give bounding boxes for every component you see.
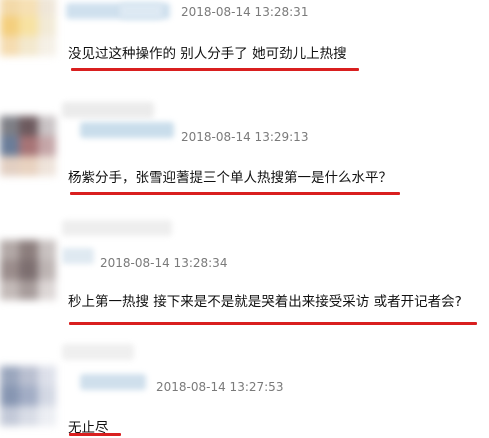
username[interactable] [80,122,174,138]
comment-item: 2018-08-14 13:27:53 无止尽 [0,336,489,438]
avatar[interactable] [0,116,56,176]
username-badge [120,3,162,19]
avatar[interactable] [0,0,56,56]
avatar[interactable] [0,240,56,300]
username[interactable] [80,374,146,390]
comment-underline [69,433,121,436]
username-decor [62,344,134,360]
username-decor [62,220,172,236]
comment-underline [70,192,400,195]
comment-timestamp: 2018-08-14 13:28:31 [181,5,309,19]
comment-timestamp: 2018-08-14 13:27:53 [156,380,284,394]
comment-underline [69,322,477,325]
comment-timestamp: 2018-08-14 13:29:13 [181,130,309,144]
username-decor [62,102,154,118]
avatar[interactable] [0,366,56,426]
comment-item: 2018-08-14 13:29:13 杨紫分手，张雪迎蓍提三个单人热搜第一是什… [0,96,489,206]
comment-text: 秒上第一热搜 接下来是不是就是哭着出来接受采访 或者开记者会? [68,294,462,310]
comment-timestamp: 2018-08-14 13:28:34 [100,256,228,270]
comment-text: 杨紫分手，张雪迎蓍提三个单人热搜第一是什么水平？ [68,170,392,186]
comment-item: 2018-08-14 13:28:34 秒上第一热搜 接下来是不是就是哭着出来接… [0,218,489,330]
comment-underline [71,68,359,71]
comment-item: 2018-08-14 13:28:31 没见过这种操作的 别人分手了 她可劲儿上… [0,0,489,90]
username[interactable] [62,248,94,264]
comment-text: 没见过这种操作的 别人分手了 她可劲儿上热搜 [68,46,347,62]
